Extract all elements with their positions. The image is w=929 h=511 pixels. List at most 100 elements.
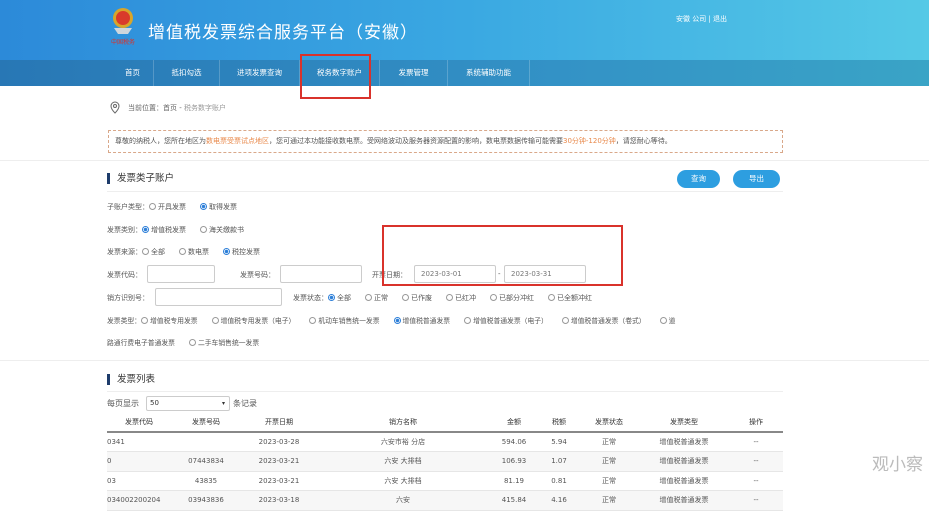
table-cell: 034002200204 <box>107 490 171 511</box>
table-cell: 正常 <box>579 432 639 452</box>
table-cell: 正常 <box>579 451 639 472</box>
col-header: 发票代码 <box>107 412 171 433</box>
table-cell: 07443834 <box>171 451 241 472</box>
section-title: 发票类子账户 <box>107 173 174 184</box>
highlight-box <box>300 54 371 99</box>
col-header: 发票状态 <box>579 412 639 433</box>
radio-type-1[interactable]: 增值税专用发票（电子） <box>211 317 295 325</box>
table-row[interactable]: 0 07443834 2023-03-21 六安 大排档 106.93 1.07 正常 增值税… <box>107 451 783 472</box>
seller-id-label: 销方识别号： <box>107 294 149 302</box>
radio-status-partial-red[interactable]: 已部分冲红 <box>490 294 534 302</box>
table-cell: 增值税普通发票 <box>639 432 729 452</box>
table-cell: 六安 大排档 <box>317 451 489 472</box>
radio-type-6-label[interactable]: 路通行费电子普通发票 <box>107 339 175 347</box>
radio-customs[interactable]: 海关缴款书 <box>200 226 244 234</box>
table-row[interactable]: 03 43835 2023-03-21 六安 大排档 81.19 0.81 正常 增值税普通发… <box>107 471 783 491</box>
notice-text: 尊敬的纳税人，您所在地区为 <box>115 137 206 145</box>
radio-type-0[interactable]: 增值税专用发票 <box>140 317 198 325</box>
invoice-code-input[interactable] <box>147 265 215 283</box>
table-cell: 106.93 <box>489 451 539 472</box>
radio-status-normal[interactable]: 正常 <box>365 294 388 302</box>
radio-type-4[interactable]: 增值税普通发票（电子） <box>464 317 548 325</box>
invoice-number-input[interactable] <box>280 265 362 283</box>
breadcrumb-sep: - <box>177 104 184 112</box>
breadcrumb-prefix: 当前位置： <box>128 104 163 112</box>
table-cell: 03943836 <box>171 490 241 511</box>
table-cell: 594.06 <box>489 432 539 452</box>
breadcrumb: 当前位置：首页 - 税务数字账户 <box>128 103 226 113</box>
radio-type-5[interactable]: 增值税普通发票（卷式） <box>561 317 646 325</box>
notice-text: ，您可通过本功能接收数电票。受网络波动及服务器资源配置的影响，数电票数据传输可能… <box>269 137 563 145</box>
nav-system-tools[interactable]: 系统辅助功能 <box>448 60 530 86</box>
table-cell: 2023-03-28 <box>241 432 317 452</box>
table-cell: 增值税普通发票 <box>639 451 729 472</box>
radio-status-red[interactable]: 已红冲 <box>446 294 476 302</box>
radio-type-6[interactable]: 道 <box>659 317 675 325</box>
breadcrumb-current: 税务数字账户 <box>183 104 226 112</box>
export-button[interactable]: 导出 <box>733 170 780 188</box>
seller-id-input[interactable] <box>155 288 282 306</box>
invoice-code-label: 发票代码： <box>107 271 142 279</box>
invoice-table: 发票代码 发票号码 开票日期 销方名称 金额 税额 发票状态 发票类型 操作 0… <box>107 412 783 511</box>
field-label: 发票类别： <box>107 226 142 234</box>
nav-home[interactable]: 首页 <box>112 60 154 86</box>
radio-received[interactable]: 取得发票 <box>200 203 237 211</box>
highlight-box <box>382 225 623 286</box>
table-cell: -- <box>729 451 783 472</box>
radio-digital[interactable]: 数电票 <box>179 248 209 256</box>
radio-type-3[interactable]: 增值税普通发票 <box>393 317 450 325</box>
invoice-number-label: 发票号码： <box>240 271 275 279</box>
per-page-select[interactable]: 50 ▾ <box>146 396 230 411</box>
field-label: 发票类型： <box>107 317 141 325</box>
col-header: 税额 <box>539 412 579 433</box>
radio-type-2[interactable]: 机动车销售统一发票 <box>309 317 380 325</box>
col-header: 发票类型 <box>639 412 729 433</box>
radio-vat[interactable]: 增值税发票 <box>142 226 186 234</box>
per-page-label: 每页显示 <box>107 399 139 408</box>
breadcrumb-home[interactable]: 首页 <box>163 104 177 112</box>
header-banner <box>0 0 929 60</box>
col-header: 金额 <box>489 412 539 433</box>
logout-link[interactable]: 退出 <box>713 15 727 23</box>
table-cell: 415.84 <box>489 490 539 511</box>
table-cell: 81.19 <box>489 471 539 491</box>
table-row[interactable]: 034002200204 03943836 2023-03-18 六安 415.84 4.… <box>107 490 783 511</box>
invoice-status-row: 发票状态： 全部 正常 已作废 已红冲 已部分冲红 已全额冲红 <box>293 293 606 303</box>
radio-all[interactable]: 全部 <box>142 248 165 256</box>
table-cell: 正常 <box>579 490 639 511</box>
svg-text:中国税务: 中国税务 <box>111 38 135 46</box>
table-cell: -- <box>729 490 783 511</box>
col-header: 开票日期 <box>241 412 317 433</box>
table-cell: 正常 <box>579 471 639 491</box>
subaccount-type-row: 子账户类型： 开具发票 取得发票 <box>107 202 251 212</box>
radio-status-void[interactable]: 已作废 <box>402 294 432 302</box>
table-cell: 增值税普通发票 <box>639 490 729 511</box>
divider <box>107 391 783 392</box>
chevron-down-icon: ▾ <box>221 400 225 407</box>
table-cell: 0.81 <box>539 471 579 491</box>
invoice-source-row: 发票来源： 全部 数电票 税控发票 <box>107 247 274 257</box>
table-row[interactable]: 0341 2023-03-28 六安市裕 分店 594.06 5.94 正常 增值税普通发票… <box>107 432 783 452</box>
table-cell: 2023-03-21 <box>241 451 317 472</box>
field-label: 子账户类型： <box>107 203 149 211</box>
section-title: 发票列表 <box>107 374 155 385</box>
radio-type-7[interactable]: 二手车销售统一发票 <box>188 339 259 347</box>
radio-issued[interactable]: 开具发票 <box>149 203 186 211</box>
table-cell: 1.07 <box>539 451 579 472</box>
radio-status-all[interactable]: 全部 <box>328 294 351 302</box>
nav-invoice-management[interactable]: 发票管理 <box>380 60 448 86</box>
app-title: 增值税发票综合服务平台（安徽） <box>148 23 418 43</box>
query-button[interactable]: 查询 <box>677 170 720 188</box>
col-header: 销方名称 <box>317 412 489 433</box>
field-label: 发票状态： <box>293 294 328 302</box>
table-cell: 0 <box>107 451 171 472</box>
tax-emblem-logo: 中国税务 <box>111 8 135 46</box>
location-icon <box>110 101 120 114</box>
nav-deduction[interactable]: 抵扣勾选 <box>154 60 220 86</box>
per-page-suffix: 条记录 <box>233 399 257 408</box>
radio-taxcontrol[interactable]: 税控发票 <box>223 248 260 256</box>
table-cell: 0341 <box>107 432 171 452</box>
table-cell <box>171 432 241 452</box>
nav-input-invoice-query[interactable]: 进项发票查询 <box>220 60 300 86</box>
radio-status-full-red[interactable]: 已全额冲红 <box>548 294 592 302</box>
